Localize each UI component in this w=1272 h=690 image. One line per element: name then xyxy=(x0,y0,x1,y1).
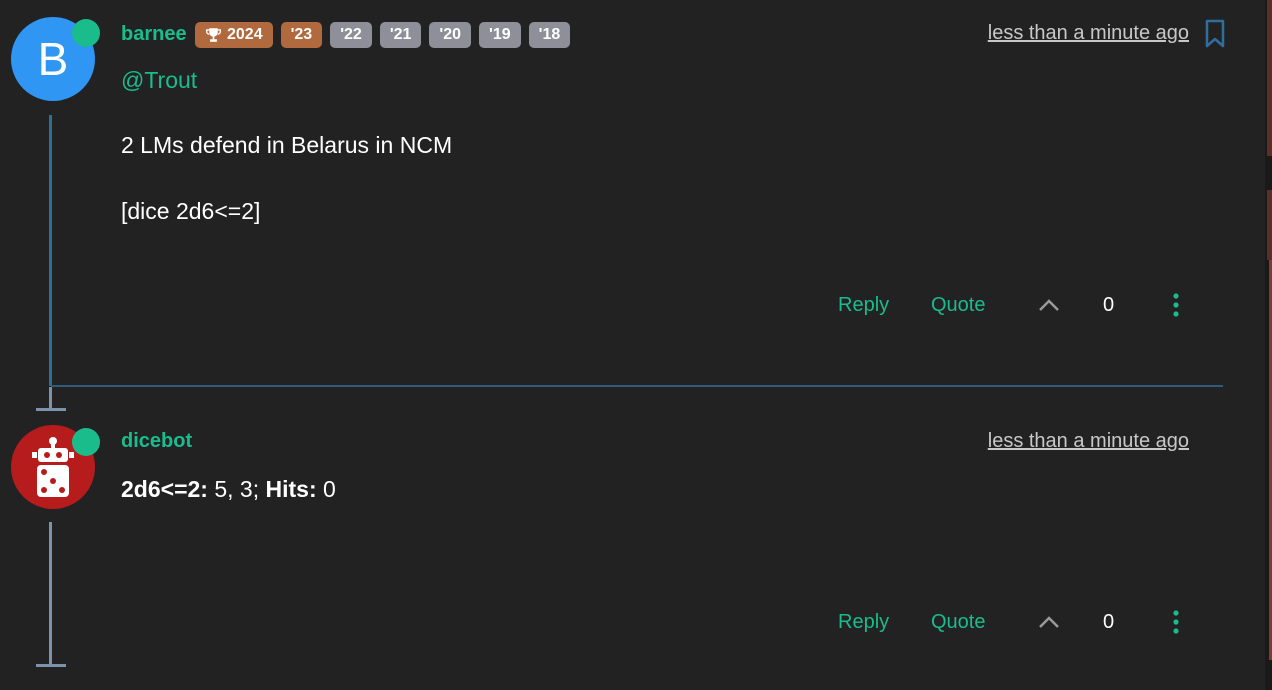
post-timestamp[interactable]: less than a minute ago xyxy=(988,430,1189,453)
post-body-line: [dice 2d6<=2] xyxy=(121,198,261,224)
more-icon[interactable] xyxy=(1171,610,1181,634)
badge-list: 2024 '23 '22 '21 '20 '19 '18 xyxy=(195,22,571,48)
dice-result: 2d6<=2: 5, 3; Hits: 0 xyxy=(121,476,336,503)
avatar-letter: B xyxy=(37,33,69,85)
post-actions: Reply Quote 0 xyxy=(838,609,1181,635)
dice-rolls: 5, 3; xyxy=(207,476,266,502)
online-status-dot xyxy=(72,19,100,47)
quote-button[interactable]: Quote xyxy=(931,294,1036,317)
hits-value: 0 xyxy=(316,476,336,502)
vote-count: 0 xyxy=(1103,293,1115,316)
post-dicebot: dicebot less than a minute ago 2d6<=2: 5… xyxy=(0,387,1240,690)
username[interactable]: barnee xyxy=(121,23,187,46)
bookmark-icon[interactable] xyxy=(1203,19,1227,49)
badge-20[interactable]: '20 xyxy=(429,22,472,48)
post-actions: Reply Quote 0 xyxy=(838,292,1181,318)
post-body-line: 2 LMs defend in Belarus in NCM xyxy=(121,132,453,158)
reply-button[interactable]: Reply xyxy=(838,294,931,317)
post-timestamp[interactable]: less than a minute ago xyxy=(988,22,1189,45)
mention-link[interactable]: @Trout xyxy=(121,67,197,94)
badge-label: 2024 xyxy=(227,26,263,43)
online-status-dot xyxy=(72,428,100,456)
quote-button[interactable]: Quote xyxy=(931,611,1036,634)
upvote-icon[interactable] xyxy=(1036,609,1062,635)
robot-dice-icon xyxy=(32,437,74,497)
badge-21[interactable]: '21 xyxy=(379,22,422,48)
badge-22[interactable]: '22 xyxy=(330,22,372,48)
post-barnee: B barnee 2024 '23 '22 '21 '20 '19 '18 le… xyxy=(0,0,1240,386)
badge-2024[interactable]: 2024 xyxy=(195,22,273,48)
dice-expression: 2d6<=2: xyxy=(121,476,208,502)
more-icon[interactable] xyxy=(1171,293,1181,317)
upvote-icon[interactable] xyxy=(1036,292,1062,318)
scrollbar-marker xyxy=(1267,190,1272,260)
badge-23[interactable]: '23 xyxy=(280,22,323,48)
scrollbar-marker xyxy=(1267,0,1272,156)
trophy-icon xyxy=(206,28,221,42)
vote-count: 0 xyxy=(1103,610,1115,633)
badge-19[interactable]: '19 xyxy=(479,22,521,48)
username[interactable]: dicebot xyxy=(121,430,192,453)
hits-label: Hits: xyxy=(265,476,317,502)
reply-button[interactable]: Reply xyxy=(838,611,931,634)
badge-18[interactable]: '18 xyxy=(528,22,571,48)
